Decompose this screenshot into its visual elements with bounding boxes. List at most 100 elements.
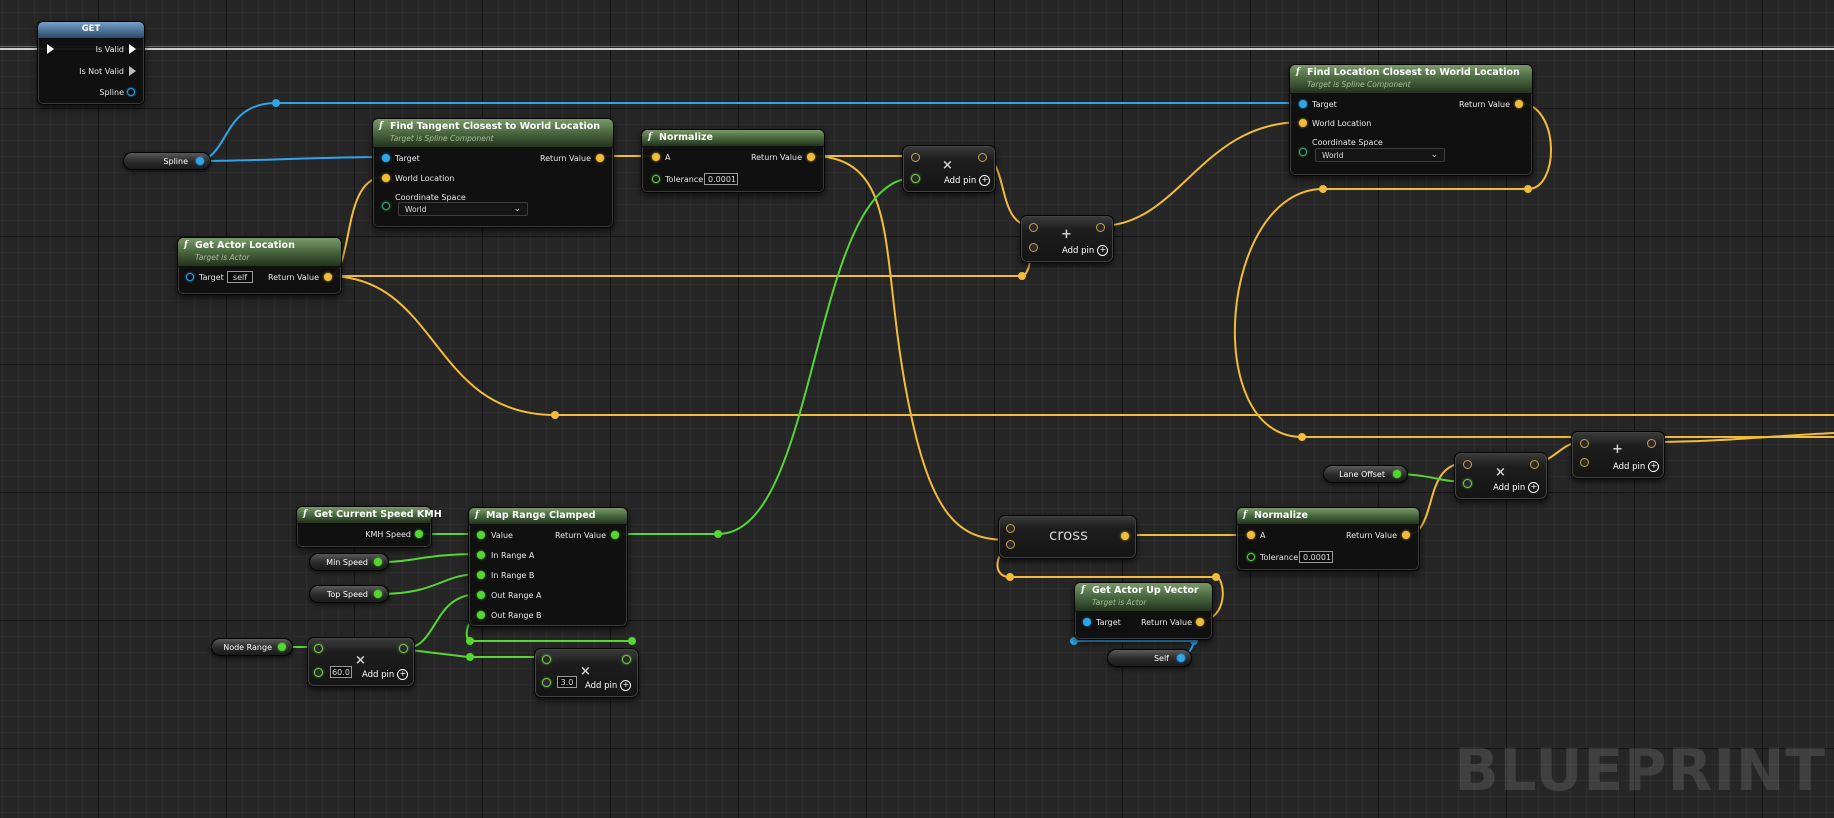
multiply-three-input-b-pin[interactable]: [542, 678, 551, 687]
find-tangent-coordinate-dropdown[interactable]: World ⌄: [398, 202, 528, 216]
normalize-2-return-pin[interactable]: [1402, 531, 1410, 539]
multiply-node-range-input-b-pin[interactable]: [314, 668, 323, 677]
cross-input-a-pin[interactable]: [1006, 524, 1015, 533]
get-actor-up-vector-node[interactable]: f Get Actor Up Vector Target is Actor Ta…: [1074, 582, 1213, 640]
is-valid-exec-pin[interactable]: [129, 44, 136, 54]
multiply-add-pin-button[interactable]: Add pin +: [944, 175, 991, 186]
find-location-world-location-pin[interactable]: [1299, 119, 1307, 127]
multiply-node-range-add-pin-button[interactable]: Add pin +: [362, 669, 409, 680]
map-range-in-b-pin[interactable]: [477, 571, 485, 579]
multiply-three-node[interactable]: × 3.0 Add pin +: [534, 648, 639, 698]
multiply-lane-input-b-pin[interactable]: [1463, 479, 1472, 488]
normalize-2-tolerance-pin[interactable]: [1247, 553, 1255, 561]
add-output-pin[interactable]: [1096, 223, 1105, 232]
multiply-node-range-input-a-pin[interactable]: [314, 644, 323, 653]
find-location-target-pin[interactable]: [1299, 100, 1307, 108]
find-tangent-target-pin[interactable]: [382, 154, 390, 162]
find-tangent-node[interactable]: f Find Tangent Closest to World Location…: [372, 118, 614, 228]
normalize-2-node[interactable]: f Normalize A Return Value Tolerance 0.0…: [1236, 507, 1420, 571]
map-range-out-a-pin[interactable]: [477, 591, 485, 599]
multiply-lane-node[interactable]: × Add pin +: [1454, 452, 1548, 500]
map-range-out-b-pin[interactable]: [477, 611, 485, 619]
multiply-lane-add-pin-button[interactable]: Add pin +: [1493, 482, 1540, 493]
get-actor-up-vector-target-pin[interactable]: [1083, 618, 1091, 626]
get-actor-up-vector-return-pin[interactable]: [1196, 618, 1204, 626]
add-input-b-pin[interactable]: [1029, 243, 1038, 252]
cross-input-b-pin[interactable]: [1006, 540, 1015, 549]
spline-variable-pin[interactable]: [196, 157, 204, 165]
multiply-node-range-value-input[interactable]: 60.0: [330, 666, 352, 678]
map-range-in-a-pin[interactable]: [477, 551, 485, 559]
map-range-return-pin[interactable]: [611, 531, 619, 539]
top-speed-variable-node[interactable]: Top Speed: [309, 585, 389, 603]
exec-in-pin[interactable]: [47, 44, 54, 54]
find-location-subtitle: Target is Spline Component: [1307, 80, 1411, 89]
min-speed-pin[interactable]: [374, 558, 382, 566]
self-variable-node[interactable]: Self: [1107, 649, 1192, 667]
exec-wire[interactable]: [0, 48, 1834, 50]
normalize-tolerance-input[interactable]: 0.0001: [704, 173, 738, 185]
multiply-three-output-pin[interactable]: [622, 655, 631, 664]
cross-node[interactable]: cross: [998, 515, 1137, 559]
min-speed-variable-node[interactable]: Min Speed: [309, 553, 389, 571]
add-2-node[interactable]: + Add pin +: [1571, 431, 1665, 479]
times-icon: ×: [580, 664, 591, 679]
multiply-node[interactable]: × Add pin +: [902, 145, 996, 193]
find-location-node[interactable]: f Find Location Closest to World Locatio…: [1289, 64, 1533, 176]
normalize-2-tolerance-input[interactable]: 0.0001: [1299, 551, 1333, 563]
normalize-return-pin[interactable]: [807, 153, 815, 161]
add-2-input-a-pin[interactable]: [1580, 439, 1589, 448]
find-location-world-location-label: World Location: [1312, 119, 1372, 128]
node-range-pin[interactable]: [278, 643, 286, 651]
get-actor-location-node[interactable]: f Get Actor Location Target is Actor Tar…: [177, 237, 342, 295]
get-actor-location-return-pin[interactable]: [324, 273, 332, 281]
normalize-node[interactable]: f Normalize A Return Value Tolerance 0.0…: [641, 129, 825, 193]
node-range-variable-node[interactable]: Node Range: [211, 638, 293, 656]
get-actor-location-target-pin[interactable]: [186, 273, 194, 281]
map-range-value-label: Value: [491, 531, 513, 540]
multiply-lane-output-pin[interactable]: [1530, 460, 1539, 469]
lane-offset-pin[interactable]: [1393, 470, 1401, 478]
add-input-a-pin[interactable]: [1029, 223, 1038, 232]
cross-output-pin[interactable]: [1121, 532, 1129, 540]
multiply-input-b-pin[interactable]: [911, 174, 920, 183]
kmh-speed-pin[interactable]: [415, 530, 423, 538]
multiply-three-input-a-pin[interactable]: [542, 655, 551, 664]
find-location-coordinate-pin[interactable]: [1299, 148, 1307, 156]
normalize-2-a-pin[interactable]: [1247, 531, 1255, 539]
map-range-node[interactable]: f Map Range Clamped Value Return Value I…: [468, 507, 628, 627]
map-range-value-pin[interactable]: [477, 531, 485, 539]
add-add-pin-button[interactable]: Add pin +: [1062, 245, 1109, 256]
get-node[interactable]: GET Is Valid Is Not Valid Spline: [37, 21, 145, 105]
add-2-input-b-pin[interactable]: [1580, 458, 1589, 467]
get-spline-pin[interactable]: [127, 88, 135, 96]
get-speed-node[interactable]: f Get Current Speed KMH KMH Speed: [296, 506, 442, 548]
find-tangent-coordinate-pin[interactable]: [382, 202, 390, 210]
normalize-2-header: f Normalize: [1237, 508, 1419, 525]
multiply-input-a-pin[interactable]: [911, 153, 920, 162]
spline-variable-node[interactable]: Spline: [123, 152, 211, 170]
self-variable-pin[interactable]: [1177, 654, 1185, 662]
lane-offset-variable-node[interactable]: Lane Offset: [1323, 465, 1408, 483]
multiply-lane-input-a-pin[interactable]: [1463, 460, 1472, 469]
multiply-three-add-pin-button[interactable]: Add pin +: [585, 680, 632, 691]
find-location-coordinate-dropdown[interactable]: World ⌄: [1315, 148, 1445, 162]
get-actor-location-target-input[interactable]: self: [227, 271, 253, 283]
top-speed-pin[interactable]: [374, 590, 382, 598]
find-tangent-world-location-pin[interactable]: [382, 174, 390, 182]
normalize-2-title: Normalize: [1254, 510, 1308, 521]
multiply-three-value-input[interactable]: 3.0: [557, 676, 577, 688]
multiply-node-range-node[interactable]: × 60.0 Add pin +: [307, 637, 415, 687]
add-node[interactable]: + Add pin +: [1020, 215, 1114, 263]
add-2-add-pin-button[interactable]: Add pin +: [1613, 461, 1660, 472]
get-actor-up-vector-return-label: Return Value: [1140, 618, 1192, 627]
multiply-node-range-output-pin[interactable]: [399, 644, 408, 653]
normalize-tolerance-pin[interactable]: [652, 175, 660, 183]
multiply-output-pin[interactable]: [978, 153, 987, 162]
is-not-valid-exec-pin[interactable]: [129, 66, 136, 76]
find-tangent-return-pin[interactable]: [596, 154, 604, 162]
add-2-output-pin[interactable]: [1647, 439, 1656, 448]
map-range-in-b-label: In Range B: [491, 571, 535, 580]
find-location-return-pin[interactable]: [1515, 100, 1523, 108]
normalize-a-pin[interactable]: [652, 153, 660, 161]
